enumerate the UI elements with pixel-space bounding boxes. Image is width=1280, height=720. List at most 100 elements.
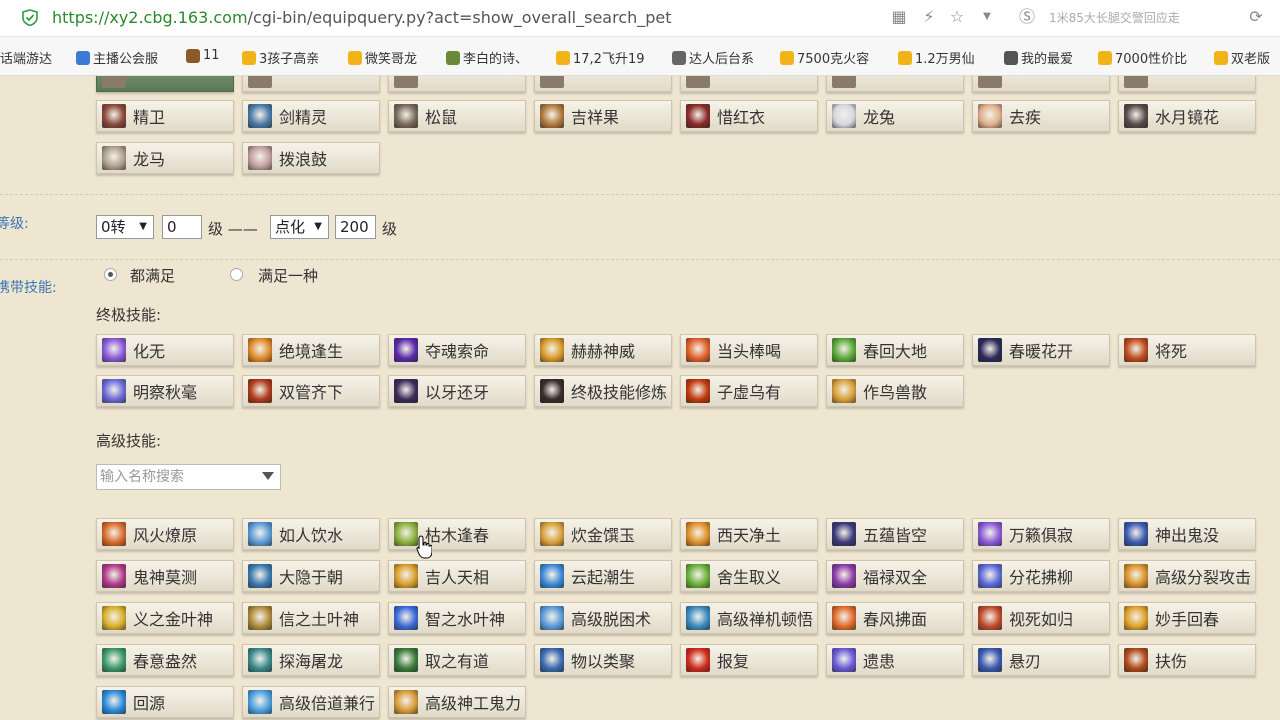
bookmark-item[interactable]: 主播公会服 <box>76 48 158 67</box>
advanced-skill-option[interactable]: 云起潮生 <box>534 560 672 592</box>
ultimate-skill-option[interactable]: 将死 <box>1118 334 1256 366</box>
bookmark-item[interactable]: 双老版 <box>1214 48 1270 67</box>
radio-all-match[interactable] <box>104 268 117 281</box>
advanced-skill-option[interactable]: 大隐于朝 <box>242 560 380 592</box>
advanced-skill-option[interactable]: 扶伤 <box>1118 644 1256 676</box>
star-icon[interactable]: ☆ <box>948 8 966 26</box>
bookmark-item[interactable]: 1.2万男仙 <box>898 48 975 67</box>
advanced-skill-option[interactable]: 高级禅机顿悟 <box>680 602 818 634</box>
pet-option[interactable] <box>534 76 672 92</box>
advanced-skill-option[interactable]: 信之土叶神 <box>242 602 380 634</box>
bookmark-item[interactable]: 7000性价比 <box>1098 48 1187 67</box>
advanced-skill-option[interactable]: 如人饮水 <box>242 518 380 550</box>
advanced-skill-option[interactable]: 风火燎原 <box>96 518 234 550</box>
advanced-skill-option[interactable]: 高级神工鬼力 <box>388 686 526 718</box>
ultimate-skill-option[interactable]: 以牙还牙 <box>388 375 526 407</box>
advanced-skill-option[interactable]: 万籁俱寂 <box>972 518 1110 550</box>
skill-search-input[interactable]: 输入名称搜索 <box>96 464 281 490</box>
advanced-skill-option[interactable]: 悬刃 <box>972 644 1110 676</box>
bookmark-item[interactable]: 微笑哥龙 <box>348 48 417 67</box>
radio-all-match-label[interactable]: 都满足 <box>130 265 175 286</box>
advanced-skill-option[interactable]: 舍生取义 <box>680 560 818 592</box>
advanced-skill-option[interactable]: 探海屠龙 <box>242 644 380 676</box>
advanced-skill-option[interactable]: 春风拂面 <box>826 602 964 634</box>
advanced-skill-option[interactable]: 西天净土 <box>680 518 818 550</box>
pet-option[interactable]: 去疾 <box>972 100 1110 132</box>
pet-option[interactable]: 水月镜花 <box>1118 100 1256 132</box>
lightning-icon[interactable]: ⚡ <box>920 8 938 26</box>
pet-option[interactable]: 惜红衣 <box>680 100 818 132</box>
bookmark-item[interactable]: 李白的诗、 <box>446 48 528 67</box>
advanced-skill-option[interactable]: 高级脱困术 <box>534 602 672 634</box>
bookmark-item[interactable]: 7500克火容 <box>780 48 869 67</box>
pet-option[interactable] <box>1118 76 1256 92</box>
from-level-input[interactable]: 0 <box>162 215 202 239</box>
advanced-skill-option[interactable]: 神出鬼没 <box>1118 518 1256 550</box>
from-rebirth-select[interactable]: 0转 ▼ <box>96 215 154 239</box>
bookmark-item[interactable]: 达人后台系 <box>672 48 754 67</box>
advanced-skill-option[interactable]: 妙手回春 <box>1118 602 1256 634</box>
to-level-input[interactable]: 200 <box>335 215 376 239</box>
ultimate-skill-option[interactable]: 春暖花开 <box>972 334 1110 366</box>
advanced-skill-option[interactable]: 吉人天相 <box>388 560 526 592</box>
bookmark-item[interactable]: 我的最爱 <box>1004 48 1073 67</box>
refresh-icon[interactable]: ⟳ <box>1247 8 1265 26</box>
address-bar[interactable]: https://xy2.cbg.163.com/cgi-bin/equipque… <box>0 0 1280 37</box>
button-label: 夺魂索命 <box>425 342 490 361</box>
url-text[interactable]: https://xy2.cbg.163.com/cgi-bin/equipque… <box>52 8 672 27</box>
advanced-skill-option[interactable]: 遗患 <box>826 644 964 676</box>
side-search-text[interactable]: 1米85大长腿交警回应走 <box>1049 9 1224 26</box>
advanced-skill-option[interactable]: 春意盎然 <box>96 644 234 676</box>
advanced-skill-option[interactable]: 报复 <box>680 644 818 676</box>
ultimate-skill-option[interactable]: 化无 <box>96 334 234 366</box>
bookmark-item[interactable]: 话端游达 <box>0 48 52 67</box>
ultimate-skill-option[interactable]: 当头棒喝 <box>680 334 818 366</box>
advanced-skill-option[interactable]: 智之水叶神 <box>388 602 526 634</box>
skill-thumbnail-icon <box>978 104 1002 128</box>
advanced-skill-option[interactable]: 高级倍道兼行 <box>242 686 380 718</box>
pet-option[interactable] <box>242 76 380 92</box>
pet-option[interactable]: 龙马 <box>96 142 234 174</box>
ultimate-skill-option[interactable]: 子虚乌有 <box>680 375 818 407</box>
pet-option[interactable]: 剑精灵 <box>242 100 380 132</box>
advanced-skill-option[interactable]: 取之有道 <box>388 644 526 676</box>
advanced-skill-option[interactable]: 义之金叶神 <box>96 602 234 634</box>
advanced-skill-option[interactable]: 鬼神莫测 <box>96 560 234 592</box>
radio-any-match-label[interactable]: 满足一种 <box>258 265 318 286</box>
advanced-skill-option[interactable]: 物以类聚 <box>534 644 672 676</box>
advanced-skill-option[interactable]: 分花拂柳 <box>972 560 1110 592</box>
advanced-skill-option[interactable]: 炊金馔玉 <box>534 518 672 550</box>
ultimate-skill-option[interactable]: 明察秋毫 <box>96 375 234 407</box>
ultimate-skill-option[interactable]: 春回大地 <box>826 334 964 366</box>
ultimate-skill-option[interactable]: 终极技能修炼 <box>534 375 672 407</box>
pet-option[interactable]: 精卫 <box>96 100 234 132</box>
bookmark-item[interactable]: 17,2飞升19 <box>556 48 645 67</box>
bookmark-item[interactable]: 3孩子高亲 <box>242 48 319 67</box>
pet-option[interactable] <box>972 76 1110 92</box>
pet-option[interactable] <box>826 76 964 92</box>
qr-code-icon[interactable]: ▦ <box>890 8 908 26</box>
pet-option[interactable] <box>388 76 526 92</box>
radio-any-match[interactable] <box>230 268 243 281</box>
advanced-skill-option[interactable]: 视死如归 <box>972 602 1110 634</box>
pet-option[interactable]: 吉祥果 <box>534 100 672 132</box>
advanced-skill-option[interactable]: 福禄双全 <box>826 560 964 592</box>
pet-option[interactable]: 龙兔 <box>826 100 964 132</box>
pet-option[interactable]: 松鼠 <box>388 100 526 132</box>
chevron-down-icon[interactable]: ▼ <box>978 8 996 26</box>
advanced-skill-option[interactable]: 回源 <box>96 686 234 718</box>
bookmark-item[interactable]: 11 <box>186 48 220 63</box>
ultimate-skill-option[interactable]: 双管齐下 <box>242 375 380 407</box>
advanced-skill-option[interactable]: 枯木逢春 <box>388 518 526 550</box>
ultimate-skill-option[interactable]: 绝境逢生 <box>242 334 380 366</box>
advanced-skill-option[interactable]: 五蕴皆空 <box>826 518 964 550</box>
to-rebirth-select[interactable]: 点化 ▼ <box>270 215 329 239</box>
pet-option[interactable] <box>96 76 234 92</box>
pet-option[interactable]: 拨浪鼓 <box>242 142 380 174</box>
ultimate-skill-option[interactable]: 作鸟兽散 <box>826 375 964 407</box>
advanced-skill-option[interactable]: 高级分裂攻击 <box>1118 560 1256 592</box>
pet-option[interactable] <box>680 76 818 92</box>
ultimate-skill-option[interactable]: 夺魂索命 <box>388 334 526 366</box>
search-engine-icon[interactable]: Ⓢ <box>1018 8 1036 26</box>
ultimate-skill-option[interactable]: 赫赫神威 <box>534 334 672 366</box>
